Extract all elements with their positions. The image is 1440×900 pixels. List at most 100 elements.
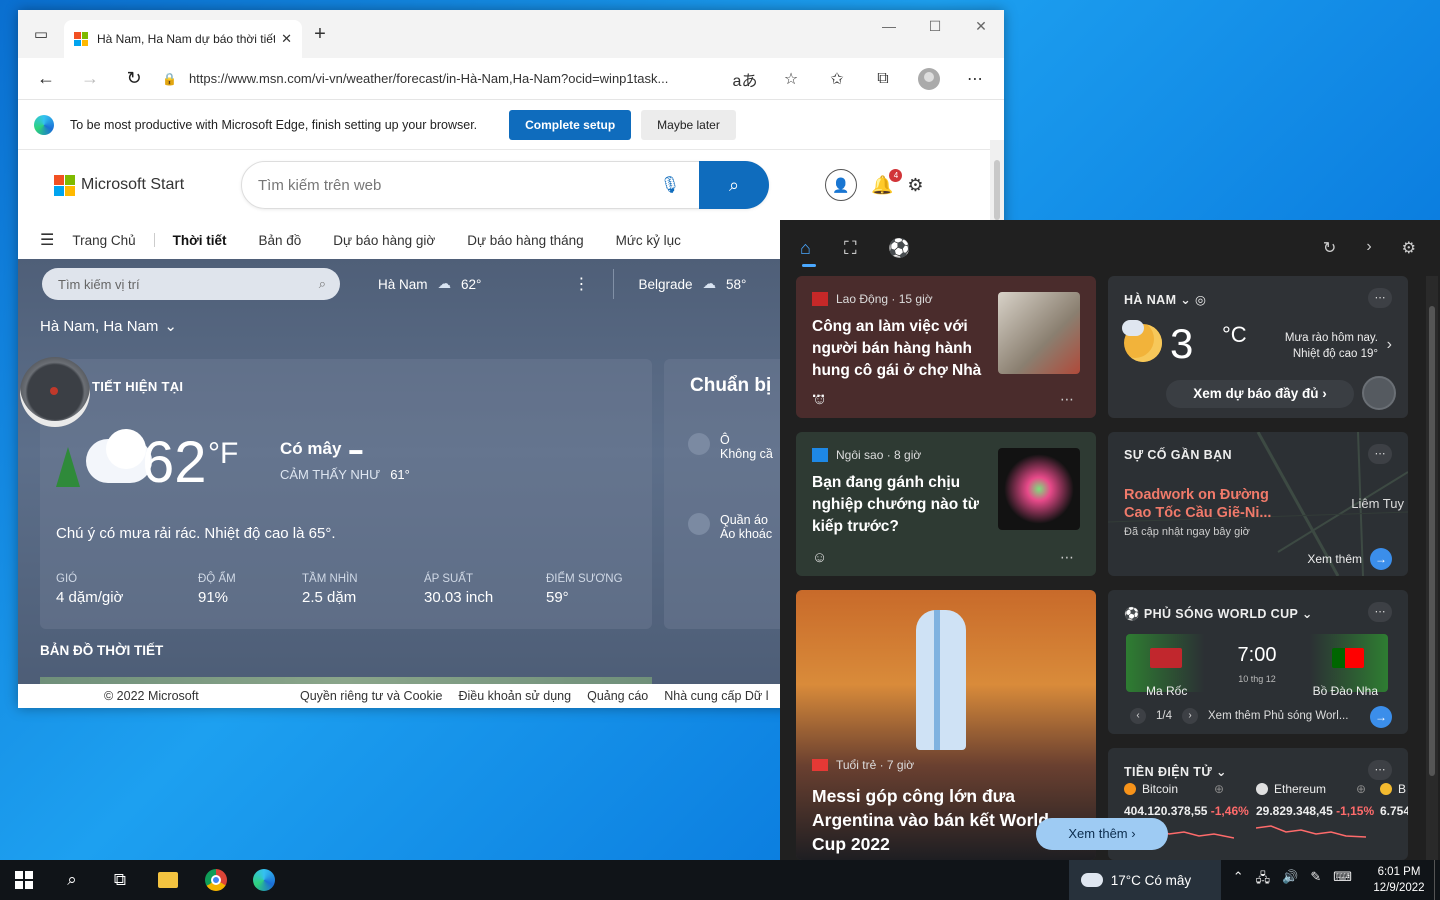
home-icon[interactable]: ⌂: [800, 238, 844, 259]
close-window-icon[interactable]: ✕: [958, 10, 1004, 42]
search-icon[interactable]: ⌕: [319, 276, 326, 292]
avatar[interactable]: [1362, 376, 1396, 410]
coin-third[interactable]: B 6.754: [1380, 782, 1408, 818]
widgets-settings-icon[interactable]: ⚙: [1402, 238, 1416, 258]
account-icon[interactable]: 👤: [825, 169, 857, 201]
new-tab-icon[interactable]: +: [302, 23, 338, 46]
widgets-scrollbar[interactable]: [1426, 276, 1438, 860]
arrow-right-icon[interactable]: →: [1370, 706, 1392, 728]
browser-tab[interactable]: Hà Nam, Ha Nam dự báo thời tiết ✕: [64, 20, 302, 58]
forward-icon[interactable]: →: [68, 62, 112, 96]
microphone-icon[interactable]: 🎙: [660, 175, 680, 195]
taskbar-clock[interactable]: 6:01 PM 12/9/2022: [1364, 864, 1434, 896]
widget-more-icon[interactable]: ⋯: [1368, 288, 1392, 308]
sports-icon[interactable]: ⚽: [888, 238, 932, 259]
prev-icon[interactable]: ‹: [1130, 708, 1146, 724]
apps-icon[interactable]: ⛶: [844, 238, 888, 259]
chrome-button[interactable]: [192, 860, 240, 900]
task-view-icon[interactable]: ⧉: [96, 860, 144, 900]
volume-icon[interactable]: 🔊: [1282, 869, 1298, 891]
news-title[interactable]: Messi góp công lớn đưa Argentina vào bán…: [812, 784, 1062, 856]
arrow-right-icon[interactable]: →: [1370, 548, 1392, 570]
footer-link-ads[interactable]: Quảng cáo: [587, 689, 648, 703]
worldcup-widget[interactable]: ⚽ PHỦ SÓNG WORLD CUP ⌄ ⋯ 7:00 10 thg 12 …: [1108, 590, 1408, 734]
news-title[interactable]: Bạn đang gánh chịu nghiệp chướng nào từ …: [812, 472, 998, 538]
weather-widget-label[interactable]: HÀ NAM ⌄ ◎: [1124, 292, 1206, 307]
news-more-icon[interactable]: ⋯: [1060, 549, 1074, 566]
notifications-icon[interactable]: 🔔 4: [871, 168, 903, 196]
network-icon[interactable]: 🖧: [1256, 869, 1271, 891]
file-explorer-button[interactable]: [144, 860, 192, 900]
widget-more-icon[interactable]: ⋯: [1368, 444, 1392, 464]
edge-button[interactable]: [240, 860, 288, 900]
keyboard-icon[interactable]: ⌨: [1333, 869, 1352, 891]
nav-monthly[interactable]: Dự báo hàng tháng: [467, 233, 583, 248]
nav-home[interactable]: Trang Chủ: [72, 233, 135, 248]
news-more-icon[interactable]: ⋯: [1060, 391, 1074, 408]
microsoft-logo-icon[interactable]: [54, 174, 75, 196]
weather-widget[interactable]: HÀ NAM ⌄ ◎ ⋯ 3 °C Mưa rào hôm nay. Nhiệt …: [1108, 276, 1408, 418]
saved-location-belgrade[interactable]: Belgrade ☁ 58°: [638, 276, 746, 292]
location-search-input[interactable]: Tìm kiếm vị trí ⌕: [42, 268, 340, 300]
add-icon[interactable]: ⊕: [1356, 782, 1366, 796]
search-button[interactable]: ⌕: [699, 161, 769, 209]
see-more-button[interactable]: Xem thêm ›: [1036, 818, 1168, 850]
full-forecast-button[interactable]: Xem dự báo đầy đủ ›: [1166, 380, 1354, 408]
nav-weather[interactable]: Thời tiết: [173, 233, 227, 248]
nav-hourly[interactable]: Dự báo hàng giờ: [333, 233, 435, 248]
widget-more-icon[interactable]: ⋯: [1368, 602, 1392, 622]
reaction-icon[interactable]: ☺: [812, 391, 827, 408]
refresh-icon[interactable]: ↻: [1323, 238, 1336, 258]
next-icon[interactable]: ›: [1182, 708, 1198, 724]
crypto-label[interactable]: TIỀN ĐIỆN TỬ ⌄: [1124, 764, 1227, 779]
tab-actions-icon[interactable]: ▭: [18, 10, 64, 58]
profile-icon[interactable]: [906, 62, 952, 96]
message-icon[interactable]: ▬: [349, 442, 362, 457]
coin-bitcoin[interactable]: Bitcoin ⊕ 404.120.378,55 -1,46%: [1124, 782, 1249, 818]
collections-icon[interactable]: ⧉: [860, 62, 906, 96]
footer-link-terms[interactable]: Điều khoản sử dụng: [458, 689, 571, 703]
footer-link-providers[interactable]: Nhà cung cấp Dữ l: [664, 689, 768, 703]
footer-link-privacy[interactable]: Quyền riêng tư và Cookie: [300, 689, 442, 703]
widget-more-icon[interactable]: ⋯: [1368, 760, 1392, 780]
maximize-icon[interactable]: ☐: [912, 10, 958, 42]
read-aloud-icon[interactable]: aあ: [722, 62, 768, 96]
temp-unit[interactable]: °F: [208, 437, 238, 471]
more-options-icon[interactable]: ⋯: [952, 62, 998, 96]
worldcup-label[interactable]: ⚽ PHỦ SÓNG WORLD CUP ⌄: [1124, 606, 1313, 622]
news-card-2[interactable]: Ngôi sao · 8 giờ Bạn đang gánh chịu nghi…: [796, 432, 1096, 576]
favorite-add-icon[interactable]: ☆: [768, 62, 814, 96]
news-title[interactable]: Công an làm việc với người bán hàng hành…: [812, 316, 998, 404]
chevron-right-icon[interactable]: ›: [1366, 238, 1371, 258]
add-icon[interactable]: ⊕: [1214, 782, 1224, 796]
hamburger-menu-icon[interactable]: ☰: [40, 230, 54, 250]
search-icon[interactable]: ⌕: [48, 860, 96, 900]
prepare-umbrella[interactable]: Ô Không cầ: [688, 433, 773, 461]
chevron-right-icon[interactable]: ›: [1387, 336, 1392, 354]
settings-gear-icon[interactable]: ⚙: [907, 175, 923, 196]
reaction-icon[interactable]: ☺: [812, 549, 827, 566]
worldcup-more-link[interactable]: Xem thêm Phủ sóng Worl...: [1208, 710, 1348, 722]
tab-close-icon[interactable]: ✕: [281, 31, 292, 47]
complete-setup-button[interactable]: Complete setup: [509, 109, 632, 140]
news-card-1[interactable]: Lao Động · 15 giờ Công an làm việc với n…: [796, 276, 1096, 418]
show-desktop-button[interactable]: [1434, 860, 1440, 900]
nav-maps[interactable]: Bản đồ: [258, 233, 301, 248]
url-field[interactable]: 🔒 https://www.msn.com/vi-vn/weather/fore…: [156, 63, 722, 95]
brand-name[interactable]: Microsoft Start: [81, 176, 241, 194]
taskbar-weather-button[interactable]: 17°C Có mây: [1068, 860, 1221, 900]
web-search-input[interactable]: Tìm kiếm trên web 🎙 ⌕: [241, 161, 769, 209]
maybe-later-button[interactable]: Maybe later: [641, 109, 736, 140]
traffic-title[interactable]: Roadwork on Đường Cao Tốc Cầu Giẽ-Ni...: [1124, 486, 1294, 522]
nav-records[interactable]: Mức kỷ lục: [616, 233, 681, 248]
favorites-icon[interactable]: ✩: [814, 62, 860, 96]
traffic-widget[interactable]: SỰ CỐ GẦN BẠN ⋯ Roadwork on Đường Cao Tố…: [1108, 432, 1408, 576]
back-icon[interactable]: ←: [24, 62, 68, 96]
prepare-clothes[interactable]: Quần áo Áo khoác: [688, 513, 772, 541]
lock-icon[interactable]: 🔒: [162, 72, 177, 86]
start-button[interactable]: [0, 860, 48, 900]
coin-ethereum[interactable]: Ethereum ⊕ 29.829.348,45 -1,15%: [1256, 782, 1374, 818]
location-more-icon[interactable]: ⋮: [573, 274, 589, 294]
traffic-more-link[interactable]: Xem thêm: [1307, 552, 1362, 566]
chevron-up-icon[interactable]: ⌃: [1233, 869, 1244, 891]
